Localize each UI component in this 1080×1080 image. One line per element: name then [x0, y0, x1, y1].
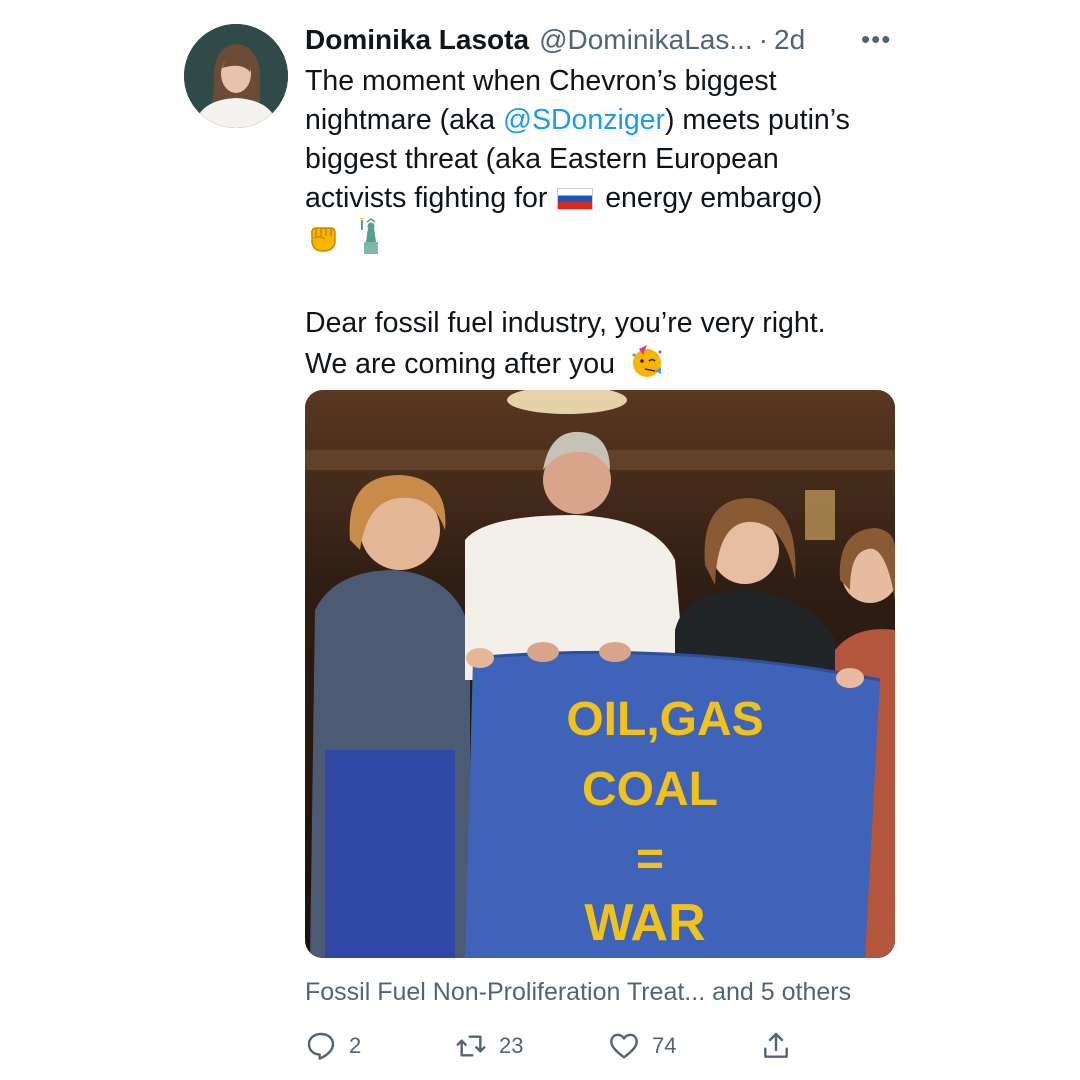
- tweet-header: Dominika Lasota @DominikaLas... · 2d •••: [305, 20, 905, 60]
- mention-link[interactable]: @SDonziger: [503, 104, 665, 136]
- banner-line-3: =: [636, 833, 664, 886]
- avatar-photo: [184, 24, 288, 128]
- banner-line-2: COAL: [582, 763, 718, 816]
- author-name[interactable]: Dominika Lasota: [305, 24, 529, 56]
- raised-fist-emoji: [305, 220, 339, 265]
- partying-face-emoji: [629, 343, 665, 390]
- like-button[interactable]: 74: [608, 1024, 676, 1068]
- tweet-line: We are coming after you: [305, 343, 925, 390]
- tweet-line: biggest threat (aka Eastern European: [305, 143, 779, 175]
- author-handle[interactable]: @DominikaLas...: [539, 24, 753, 56]
- share-icon: [764, 1032, 788, 1058]
- tweet-text-segment: nightmare (aka: [305, 104, 504, 136]
- separator: ·: [758, 24, 768, 55]
- retweet-icon: [456, 1035, 486, 1057]
- tweet-line: activists fighting for energy embargo): [305, 179, 925, 218]
- tweet-text-segment: activists fighting for: [305, 182, 548, 214]
- share-button[interactable]: [760, 1024, 792, 1068]
- russia-flag-emoji: [557, 188, 594, 210]
- banner-line-1: OIL,GAS: [566, 693, 763, 746]
- tweet-text-segment: ) meets putin’s: [665, 104, 850, 136]
- photo-illustration: OIL,GAS COAL = WAR: [305, 390, 895, 958]
- action-bar: 2 23 74: [305, 1024, 905, 1068]
- retweet-count: 23: [499, 1033, 524, 1058]
- heart-icon: [610, 1033, 638, 1059]
- tweet-photo[interactable]: OIL,GAS COAL = WAR: [305, 390, 895, 958]
- more-dots-icon[interactable]: •••: [861, 24, 891, 55]
- tweet-line: nightmare (aka @SDonziger) meets putin’s: [305, 101, 925, 140]
- tweet-text-segment: energy embargo): [605, 182, 823, 214]
- tweet-text: The moment when Chevron’s biggest nightm…: [305, 62, 925, 390]
- like-count: 74: [652, 1033, 677, 1058]
- tweet-line: [305, 217, 925, 265]
- reply-button[interactable]: 2: [305, 1024, 361, 1068]
- tweet-text-segment: We are coming after you: [305, 348, 615, 380]
- reply-icon: [307, 1032, 335, 1060]
- reply-count: 2: [349, 1033, 362, 1058]
- tweet-line: Dear fossil fuel industry, you’re very r…: [305, 307, 826, 339]
- statue-of-liberty-emoji: [355, 217, 385, 265]
- avatar[interactable]: [184, 24, 288, 128]
- retweet-button[interactable]: 23: [455, 1024, 523, 1068]
- banner-line-4: WAR: [584, 894, 705, 952]
- tweet-line: The moment when Chevron’s biggest: [305, 65, 777, 97]
- community-note[interactable]: Fossil Fuel Non-Proliferation Treat... a…: [305, 978, 851, 1007]
- timestamp[interactable]: 2d: [774, 24, 805, 56]
